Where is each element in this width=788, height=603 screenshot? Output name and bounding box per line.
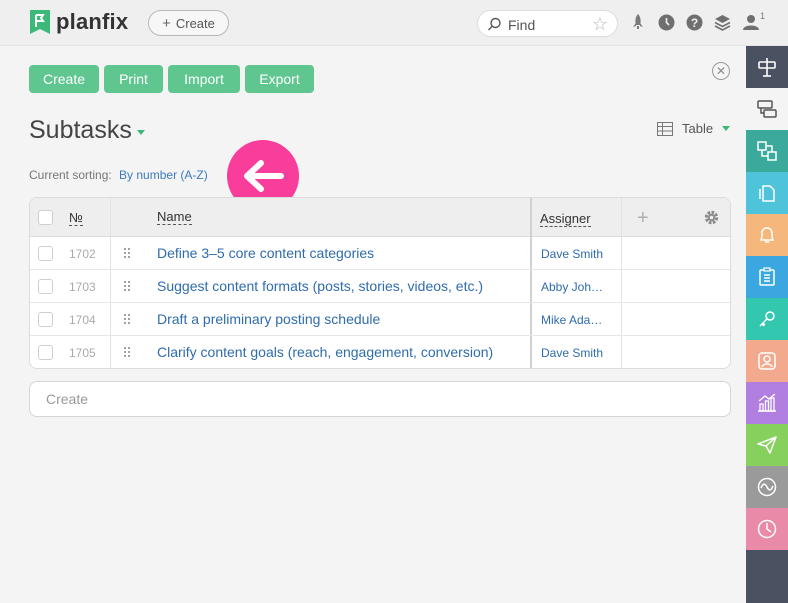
chart-icon	[758, 393, 776, 412]
plus-icon: +	[162, 14, 171, 32]
planfix-logo[interactable]: planfix	[30, 10, 128, 34]
contact-icon	[758, 352, 776, 370]
create-new-label: Create	[175, 15, 215, 31]
create-button[interactable]: Create	[29, 65, 99, 93]
add-column-icon[interactable]: +	[637, 207, 649, 230]
column-assigner[interactable]: Assigner	[540, 211, 591, 227]
bell-icon	[759, 227, 775, 243]
files-icon	[759, 185, 775, 202]
close-icon[interactable]: ✕	[712, 62, 730, 80]
user-profile-icon[interactable]: 1	[741, 11, 767, 32]
import-button[interactable]: Import	[168, 65, 240, 93]
table-row[interactable]: 1705 Clarify content goals (reach, engag…	[30, 336, 730, 368]
layers-icon[interactable]	[712, 12, 732, 32]
rocket-icon[interactable]	[628, 12, 648, 32]
row-name-link[interactable]: Draft a preliminary posting schedule	[157, 311, 380, 327]
select-all-checkbox[interactable]	[38, 210, 53, 225]
title-dropdown-caret-icon[interactable]	[137, 130, 145, 135]
right-sidebar	[746, 46, 788, 603]
view-dropdown-caret-icon	[722, 126, 731, 131]
subtasks-icon	[757, 100, 777, 118]
sidebar-item-reminders[interactable]	[746, 214, 788, 256]
row-assigner-link[interactable]: Abby Joh…	[541, 280, 603, 294]
table-row[interactable]: 1703 Suggest content formats (posts, sto…	[30, 270, 730, 303]
sorting-label: Current sorting:	[29, 168, 112, 182]
user-notification-count: 1	[759, 11, 765, 21]
signpost-icon	[758, 58, 776, 77]
sidebar-item-process[interactable]	[746, 130, 788, 172]
drag-handle-icon[interactable]	[123, 247, 131, 260]
subtasks-table: № Name Assigner + 1702 Define 3–5 core c…	[29, 197, 731, 369]
sidebar-item-send[interactable]	[746, 424, 788, 466]
row-assigner-link[interactable]: Mike Ada…	[541, 313, 602, 327]
search-icon	[488, 17, 501, 31]
drag-handle-icon[interactable]	[123, 280, 131, 293]
create-subtask-placeholder: Create	[46, 391, 89, 407]
export-button[interactable]: Export	[245, 65, 314, 93]
gear-icon[interactable]	[703, 209, 720, 226]
checklist-icon	[759, 267, 775, 286]
search-placeholder: Find	[508, 17, 536, 33]
sidebar-item-signpost[interactable]	[746, 46, 788, 88]
row-number: 1703	[69, 280, 96, 294]
table-header: № Name Assigner +	[30, 198, 730, 237]
column-name[interactable]: Name	[157, 209, 192, 225]
row-assigner-link[interactable]: Dave Smith	[541, 247, 603, 261]
drag-handle-icon[interactable]	[123, 346, 131, 359]
sidebar-item-time[interactable]	[746, 508, 788, 550]
sidebar-item-subtasks[interactable]	[746, 88, 788, 130]
row-checkbox[interactable]	[38, 246, 53, 261]
row-number: 1702	[69, 247, 96, 261]
row-assigner-link[interactable]: Dave Smith	[541, 346, 603, 360]
create-new-button[interactable]: + Create	[148, 10, 229, 36]
row-checkbox[interactable]	[38, 312, 53, 327]
search-input[interactable]: Find ☆	[477, 10, 618, 37]
sorting-info: Current sorting: By number (A-Z)	[29, 168, 208, 182]
row-number: 1704	[69, 313, 96, 327]
logo-flag-icon	[30, 10, 50, 34]
create-subtask-input[interactable]: Create	[29, 381, 731, 417]
drag-handle-icon[interactable]	[123, 313, 131, 326]
table-row[interactable]: 1702 Define 3–5 core content categories …	[30, 237, 730, 270]
sidebar-item-analytics[interactable]	[746, 382, 788, 424]
view-switch[interactable]: Table	[657, 121, 731, 136]
svg-text:?: ?	[690, 16, 697, 30]
sidebar-item-checklist[interactable]	[746, 256, 788, 298]
top-bar: planfix + Create Find ☆ ? 1	[0, 0, 788, 46]
row-name-link[interactable]: Suggest content formats (posts, stories,…	[157, 278, 483, 294]
sidebar-item-activity[interactable]	[746, 466, 788, 508]
key-icon	[759, 311, 775, 327]
row-number: 1705	[69, 346, 96, 360]
column-number[interactable]: №	[69, 210, 83, 226]
table-view-icon	[657, 121, 673, 136]
sidebar-item-access[interactable]	[746, 298, 788, 340]
process-icon	[757, 141, 777, 161]
row-checkbox[interactable]	[38, 279, 53, 294]
view-switch-label: Table	[682, 121, 714, 136]
sidebar-item-contacts[interactable]	[746, 340, 788, 382]
clock-icon[interactable]	[656, 12, 676, 32]
sorting-link[interactable]: By number (A-Z)	[119, 168, 208, 182]
row-name-link[interactable]: Define 3–5 core content categories	[157, 245, 374, 261]
sidebar-item-files[interactable]	[746, 172, 788, 214]
help-icon[interactable]: ?	[684, 12, 704, 32]
page-title[interactable]: Subtasks	[29, 116, 132, 145]
send-icon	[757, 436, 777, 454]
row-checkbox[interactable]	[38, 345, 53, 360]
row-name-link[interactable]: Clarify content goals (reach, engagement…	[157, 344, 493, 360]
print-button[interactable]: Print	[104, 65, 163, 93]
logo-text: planfix	[56, 9, 129, 34]
favorites-star-icon[interactable]: ☆	[592, 14, 608, 35]
main-panel: Create Print Import Export ✕ Subtasks Ta…	[0, 46, 746, 603]
clock-icon	[757, 519, 777, 539]
wave-icon	[757, 477, 777, 497]
table-row[interactable]: 1704 Draft a preliminary posting schedul…	[30, 303, 730, 336]
